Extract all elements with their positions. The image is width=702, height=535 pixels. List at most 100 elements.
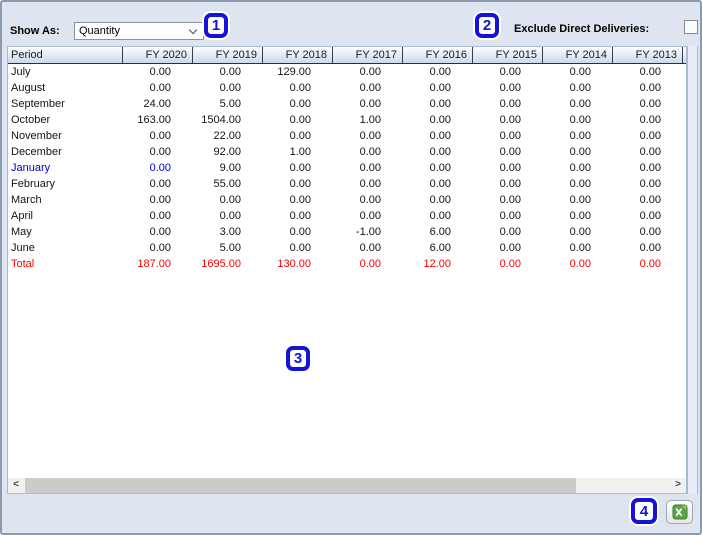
row-label: October bbox=[11, 114, 51, 126]
scroll-left-button[interactable]: < bbox=[8, 478, 24, 493]
table-row-august[interactable]: August 0.00 0.00 0.00 0.00 0.00 0.00 0.00 0.00 bbox=[8, 80, 686, 96]
cell: 3.00 bbox=[219, 226, 241, 238]
cell: 0.00 bbox=[499, 98, 521, 110]
table-row-september[interactable]: September 24.00 5.00 0.00 0.00 0.00 0.00 0.00 0.… bbox=[8, 96, 686, 112]
cell: 0.00 bbox=[359, 82, 381, 94]
export-excel-button[interactable] bbox=[666, 500, 693, 524]
cell: 0.00 bbox=[639, 66, 661, 78]
annotation-2-label: 2 bbox=[482, 17, 492, 34]
cell: 0.00 bbox=[289, 114, 311, 126]
show-as-dropdown-value: Quantity bbox=[79, 25, 120, 37]
table-row-july[interactable]: July 0.00 0.00 129.00 0.00 0.00 0.00 0.00 0.00 bbox=[8, 64, 686, 80]
cell: 0.00 bbox=[429, 178, 451, 190]
cell: 0.00 bbox=[569, 194, 591, 206]
cell: 187.00 bbox=[137, 258, 171, 270]
scroll-right-button[interactable]: > bbox=[670, 478, 686, 493]
cell: 0.00 bbox=[569, 82, 591, 94]
header-cell-fy-2013[interactable]: FY 2013 bbox=[613, 47, 683, 63]
cell: 0.00 bbox=[359, 98, 381, 110]
cell: 130.00 bbox=[277, 258, 311, 270]
cell: 0.00 bbox=[639, 178, 661, 190]
cell: 0.00 bbox=[359, 210, 381, 222]
table-row-april[interactable]: April 0.00 0.00 0.00 0.00 0.00 0.00 0.00 0.00 bbox=[8, 208, 686, 224]
cell: 0.00 bbox=[289, 242, 311, 254]
row-label: November bbox=[11, 130, 62, 142]
excel-icon bbox=[672, 504, 687, 520]
cell: 0.00 bbox=[639, 242, 661, 254]
table-row-november[interactable]: November 0.00 22.00 0.00 0.00 0.00 0.00 0.00 0.0… bbox=[8, 128, 686, 144]
cell: 0.00 bbox=[639, 114, 661, 126]
cell: 1504.00 bbox=[201, 114, 241, 126]
table-row-total[interactable]: Total 187.00 1695.00 130.00 0.00 12.00 0.00 0.0… bbox=[8, 256, 686, 272]
header-cell-fy-2017[interactable]: FY 2017 bbox=[333, 47, 403, 63]
table-row-march[interactable]: March 0.00 0.00 0.00 0.00 0.00 0.00 0.00 0.00 bbox=[8, 192, 686, 208]
vertical-scrollbar-track[interactable] bbox=[687, 46, 698, 494]
header-cell-fy-2019[interactable]: FY 2019 bbox=[193, 47, 263, 63]
cell: 0.00 bbox=[359, 258, 381, 270]
cell: 0.00 bbox=[499, 66, 521, 78]
annotation-3-label: 3 bbox=[293, 350, 303, 367]
cell: 9.00 bbox=[219, 162, 241, 174]
cell: 0.00 bbox=[639, 258, 661, 270]
cell: 55.00 bbox=[213, 178, 241, 190]
cell: 0.00 bbox=[219, 82, 241, 94]
cell: 0.00 bbox=[289, 130, 311, 142]
cell: 0.00 bbox=[149, 194, 171, 206]
fiscal-year-table: Period FY 2020 FY 2019 FY 2018 FY 2017 FY 201… bbox=[7, 46, 687, 494]
cell: 0.00 bbox=[639, 130, 661, 142]
header-cell-fy-2016[interactable]: FY 2016 bbox=[403, 47, 473, 63]
cell: 0.00 bbox=[289, 82, 311, 94]
scrollbar-thumb[interactable] bbox=[25, 478, 576, 493]
cell: 129.00 bbox=[277, 66, 311, 78]
cell: 0.00 bbox=[429, 194, 451, 206]
scrollbar-track[interactable] bbox=[24, 478, 670, 493]
cell: 0.00 bbox=[569, 178, 591, 190]
cell: 0.00 bbox=[359, 194, 381, 206]
cell: 0.00 bbox=[499, 194, 521, 206]
cell: 0.00 bbox=[499, 210, 521, 222]
header-cell-fy-2015[interactable]: FY 2015 bbox=[473, 47, 543, 63]
table-row-january[interactable]: January 0.00 9.00 0.00 0.00 0.00 0.00 0.00 0.00 bbox=[8, 160, 686, 176]
cell: 0.00 bbox=[499, 114, 521, 126]
table-body: July 0.00 0.00 129.00 0.00 0.00 0.00 0.00 0.00 Au… bbox=[8, 64, 686, 272]
cell: 0.00 bbox=[499, 82, 521, 94]
row-label: December bbox=[11, 146, 62, 158]
cell: 0.00 bbox=[569, 210, 591, 222]
cell: 5.00 bbox=[219, 98, 241, 110]
cell: 0.00 bbox=[429, 146, 451, 158]
cell: 0.00 bbox=[499, 226, 521, 238]
cell: 0.00 bbox=[429, 162, 451, 174]
table-row-october[interactable]: October 163.00 1504.00 0.00 1.00 0.00 0.00 0.00… bbox=[8, 112, 686, 128]
cell: 0.00 bbox=[499, 146, 521, 158]
cell: 0.00 bbox=[429, 130, 451, 142]
cell: 0.00 bbox=[359, 66, 381, 78]
fiscal-summary-window: Show As: Quantity 1 2 Exclude Direct Del… bbox=[0, 0, 702, 535]
chevron-down-icon bbox=[188, 25, 198, 35]
cell: 6.00 bbox=[429, 226, 451, 238]
table-row-december[interactable]: December 0.00 92.00 1.00 0.00 0.00 0.00 0.00 0.0… bbox=[8, 144, 686, 160]
header-cell-fy-2018[interactable]: FY 2018 bbox=[263, 47, 333, 63]
row-label: January bbox=[11, 162, 51, 174]
cell: 0.00 bbox=[569, 98, 591, 110]
header-cell-fy-2020[interactable]: FY 2020 bbox=[123, 47, 193, 63]
exclude-direct-deliveries-checkbox[interactable] bbox=[684, 20, 698, 34]
table-row-may[interactable]: May 0.00 3.00 0.00 -1.00 6.00 0.00 0.00 0.00 bbox=[8, 224, 686, 240]
cell: 0.00 bbox=[569, 242, 591, 254]
cell: 0.00 bbox=[499, 178, 521, 190]
annotation-box-2: 2 bbox=[475, 13, 499, 38]
table-row-june[interactable]: June 0.00 5.00 0.00 0.00 6.00 0.00 0.00 0.00 bbox=[8, 240, 686, 256]
table-row-february[interactable]: February 0.00 55.00 0.00 0.00 0.00 0.00 0.00 0.0… bbox=[8, 176, 686, 192]
cell: -1.00 bbox=[355, 226, 381, 238]
annotation-4-label: 4 bbox=[639, 502, 649, 520]
cell: 1.00 bbox=[289, 146, 311, 158]
row-label: April bbox=[11, 210, 34, 222]
row-label: August bbox=[11, 82, 46, 94]
header-cell-period[interactable]: Period bbox=[8, 47, 123, 63]
show-as-dropdown[interactable]: Quantity bbox=[74, 22, 204, 40]
cell: 0.00 bbox=[359, 162, 381, 174]
cell: 0.00 bbox=[429, 210, 451, 222]
cell: 0.00 bbox=[149, 130, 171, 142]
row-label: June bbox=[11, 242, 35, 254]
cell: 0.00 bbox=[499, 258, 521, 270]
header-cell-fy-2014[interactable]: FY 2014 bbox=[543, 47, 613, 63]
